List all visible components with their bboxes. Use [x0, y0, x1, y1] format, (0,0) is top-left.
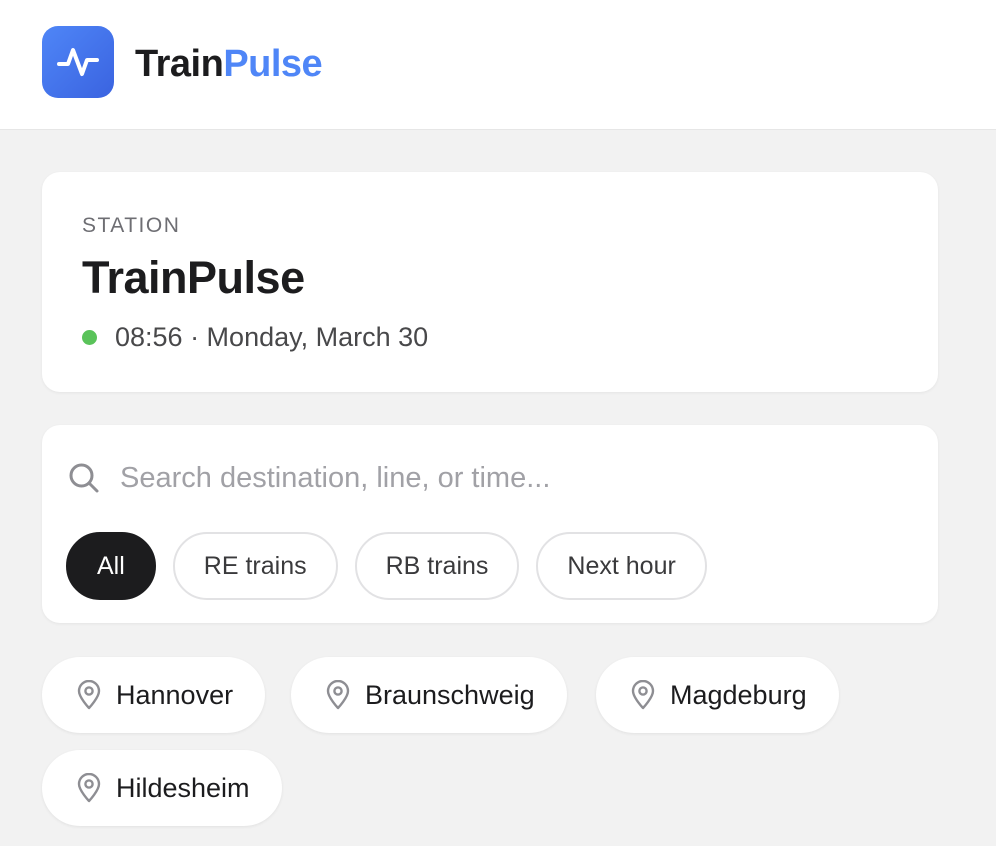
destination-label: Braunschweig: [365, 679, 535, 710]
filter-chip-re-trains[interactable]: RE trains: [172, 532, 338, 600]
filter-chips: All RE trains RB trains Next hour: [66, 532, 724, 600]
live-status-dot: [82, 329, 97, 345]
filter-chip-rb-trains[interactable]: RB trains: [354, 532, 520, 600]
destination-chip-hildesheim[interactable]: Hildesheim: [42, 750, 282, 826]
destination-chip-hannover[interactable]: Hannover: [42, 657, 266, 733]
activity-pulse-icon: [57, 48, 99, 76]
search-card: All RE trains RB trains Next hour: [42, 425, 938, 623]
brand-name-part2: Pulse: [223, 43, 323, 85]
search-icon: [69, 463, 99, 493]
station-datetime-row: 08:56 · Monday, March 30: [82, 320, 428, 354]
destination-chip-braunschweig[interactable]: Braunschweig: [291, 657, 567, 733]
search-input[interactable]: [120, 455, 900, 501]
destination-chip-magdeburg[interactable]: Magdeburg: [596, 657, 839, 733]
destination-label: Hannover: [116, 679, 234, 710]
map-pin-icon: [77, 680, 101, 710]
app-header: TrainPulse: [0, 0, 996, 130]
brand-name: TrainPulse: [135, 40, 323, 88]
filter-chip-all[interactable]: All: [66, 532, 156, 600]
station-label: STATION: [82, 214, 181, 237]
destination-label: Magdeburg: [670, 679, 807, 710]
station-name: TrainPulse: [82, 252, 305, 303]
map-pin-icon: [631, 680, 655, 710]
station-datetime: 08:56 · Monday, March 30: [115, 321, 429, 352]
station-card: STATION TrainPulse 08:56 · Monday, March…: [42, 172, 938, 392]
map-pin-icon: [77, 773, 101, 803]
map-pin-icon: [326, 680, 350, 710]
app-logo: [42, 26, 114, 98]
brand-name-part1: Train: [135, 43, 224, 85]
filter-chip-next-hour[interactable]: Next hour: [536, 532, 707, 600]
destination-label: Hildesheim: [116, 772, 250, 803]
